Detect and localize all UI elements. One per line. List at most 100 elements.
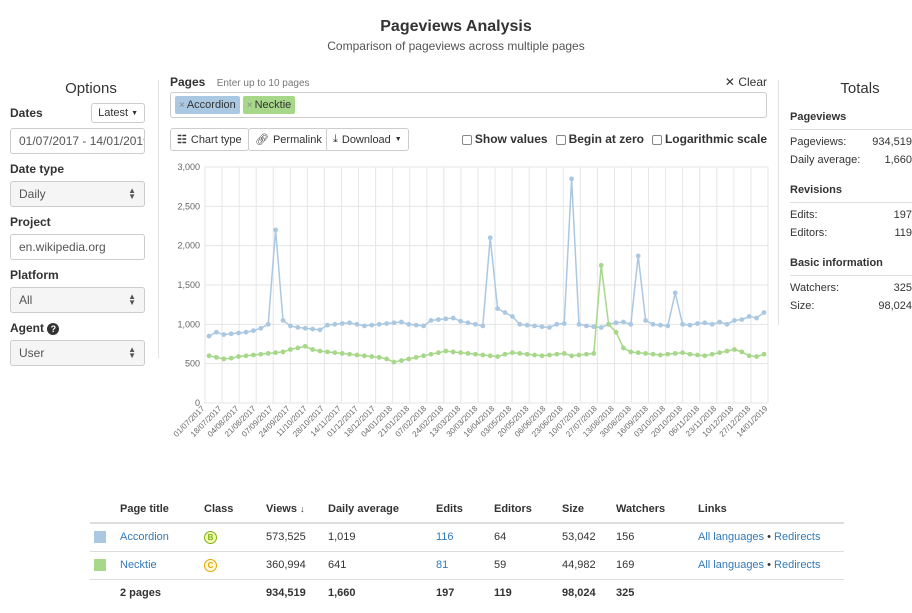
data-point — [214, 354, 219, 360]
remove-icon[interactable]: × — [247, 100, 253, 111]
data-point — [702, 320, 708, 326]
table-row: Accordion B 573,525 1,019 116 64 53,042 … — [90, 523, 844, 552]
date-type-select[interactable]: Daily ▲ ▼ — [10, 181, 145, 207]
redirects-link[interactable]: Redirects — [774, 559, 820, 571]
data-point — [547, 325, 552, 330]
totals-editors-value: 119 — [894, 227, 912, 239]
col-size[interactable]: Size — [558, 495, 612, 524]
data-point — [643, 351, 648, 356]
clear-button[interactable]: ✕ Clear — [725, 75, 767, 89]
all-languages-link[interactable]: All languages — [698, 531, 764, 543]
y-tick-label: 1,000 — [177, 319, 200, 329]
data-point — [243, 353, 249, 359]
col-editors[interactable]: Editors — [490, 495, 558, 524]
checkbox-box[interactable] — [461, 134, 472, 145]
data-point — [421, 353, 426, 359]
remove-icon[interactable]: × — [179, 100, 185, 111]
log-scale-checkbox[interactable]: Logarithmic scale — [651, 132, 767, 146]
dates-preset-dropdown[interactable]: Latest ▼ — [91, 103, 145, 123]
totals-pageviews-value: 934,519 — [872, 136, 912, 148]
data-point — [280, 349, 286, 355]
data-point — [532, 352, 537, 358]
data-point — [524, 322, 530, 328]
totals-watchers-row: Watchers: 325 — [790, 282, 912, 300]
data-point — [369, 354, 375, 359]
page-chip-accordion[interactable]: × Accordion — [175, 96, 240, 114]
data-point — [376, 354, 382, 360]
project-input[interactable]: en.wikipedia.org — [10, 234, 145, 260]
col-views[interactable]: Views ↓ — [262, 495, 324, 524]
data-point — [288, 347, 293, 352]
page-title-link[interactable]: Accordion — [120, 531, 169, 543]
size-cell: 44,982 — [558, 551, 612, 580]
show-values-label: Show values — [474, 132, 548, 146]
revisions-section-heading: Revisions — [790, 184, 912, 203]
data-point — [576, 321, 582, 327]
date-type-label: Date type — [10, 162, 65, 176]
editors-cell: 64 — [490, 523, 558, 552]
page-title-link[interactable]: Necktie — [120, 559, 157, 571]
date-range-input[interactable]: 01/07/2017 - 14/01/2019 — [10, 128, 145, 154]
download-icon: ⤓ — [333, 133, 338, 145]
checkbox-box[interactable] — [651, 134, 662, 145]
dates-preset-label: Latest — [98, 107, 129, 119]
data-point — [709, 351, 715, 357]
col-watchers[interactable]: Watchers — [612, 495, 694, 524]
all-languages-link[interactable]: All languages — [698, 559, 764, 571]
agent-select[interactable]: User ▲ ▼ — [10, 340, 145, 366]
pages-row: Pages Enter up to 10 pages ✕ Clear — [170, 75, 767, 89]
chart-checkboxes: Show values Begin at zero Logarithmic sc… — [461, 132, 767, 146]
data-point — [243, 329, 249, 335]
data-point — [458, 350, 463, 356]
totals-heading: Totals — [840, 80, 880, 97]
chart-type-button[interactable]: ☷ Chart type — [170, 128, 249, 151]
data-point — [436, 350, 441, 356]
permalink-button[interactable]: 🔗︎ Permalink — [248, 128, 329, 151]
data-point — [206, 333, 212, 339]
basic-info-section-heading: Basic information — [790, 257, 912, 276]
platform-select[interactable]: All ▲ ▼ — [10, 287, 145, 313]
data-point — [421, 323, 426, 329]
page: Pageviews Analysis Comparison of pagevie… — [0, 0, 912, 613]
col-edits[interactable]: Edits — [432, 495, 490, 524]
data-point — [754, 315, 759, 321]
data-point — [584, 323, 589, 329]
edits-link[interactable]: 81 — [436, 559, 448, 571]
views-cell: 360,994 — [262, 551, 324, 580]
data-point — [591, 351, 597, 356]
caret-down-icon: ▼ — [131, 109, 138, 117]
total-daily: 1,660 — [328, 587, 356, 600]
data-point — [702, 353, 708, 359]
col-daily-average[interactable]: Daily average — [324, 495, 432, 524]
data-point — [228, 331, 234, 337]
checkbox-box[interactable] — [555, 134, 566, 145]
data-point — [665, 323, 671, 329]
platform-value: All — [19, 293, 33, 307]
data-point — [362, 353, 367, 359]
totals-panel: Totals Pageviews Pageviews: 934,519 Dail… — [778, 70, 912, 318]
col-page-title[interactable]: Page title — [116, 495, 200, 524]
data-point — [325, 322, 330, 328]
data-point — [428, 318, 434, 323]
select-arrows-icon: ▲ ▼ — [128, 292, 136, 307]
data-point — [621, 345, 626, 351]
data-point — [606, 321, 611, 327]
page-chip-necktie[interactable]: × Necktie — [242, 96, 296, 114]
help-icon[interactable]: ? — [47, 322, 60, 335]
download-button[interactable]: ⤓ Download ▼ — [326, 128, 409, 151]
data-point — [554, 321, 560, 327]
data-point — [458, 318, 463, 324]
data-point — [480, 323, 486, 329]
begin-at-zero-checkbox[interactable]: Begin at zero — [555, 132, 644, 146]
data-point — [665, 351, 671, 357]
y-tick-label: 2,000 — [177, 241, 200, 251]
data-point — [487, 235, 493, 241]
redirects-link[interactable]: Redirects — [774, 531, 820, 543]
edits-link[interactable]: 116 — [436, 531, 454, 543]
pages-input[interactable]: × Accordion × Necktie — [170, 92, 767, 118]
data-point — [672, 351, 678, 356]
col-class[interactable]: Class — [200, 495, 262, 524]
data-point — [650, 351, 656, 357]
show-values-checkbox[interactable]: Show values — [461, 132, 548, 146]
data-point — [251, 328, 256, 334]
